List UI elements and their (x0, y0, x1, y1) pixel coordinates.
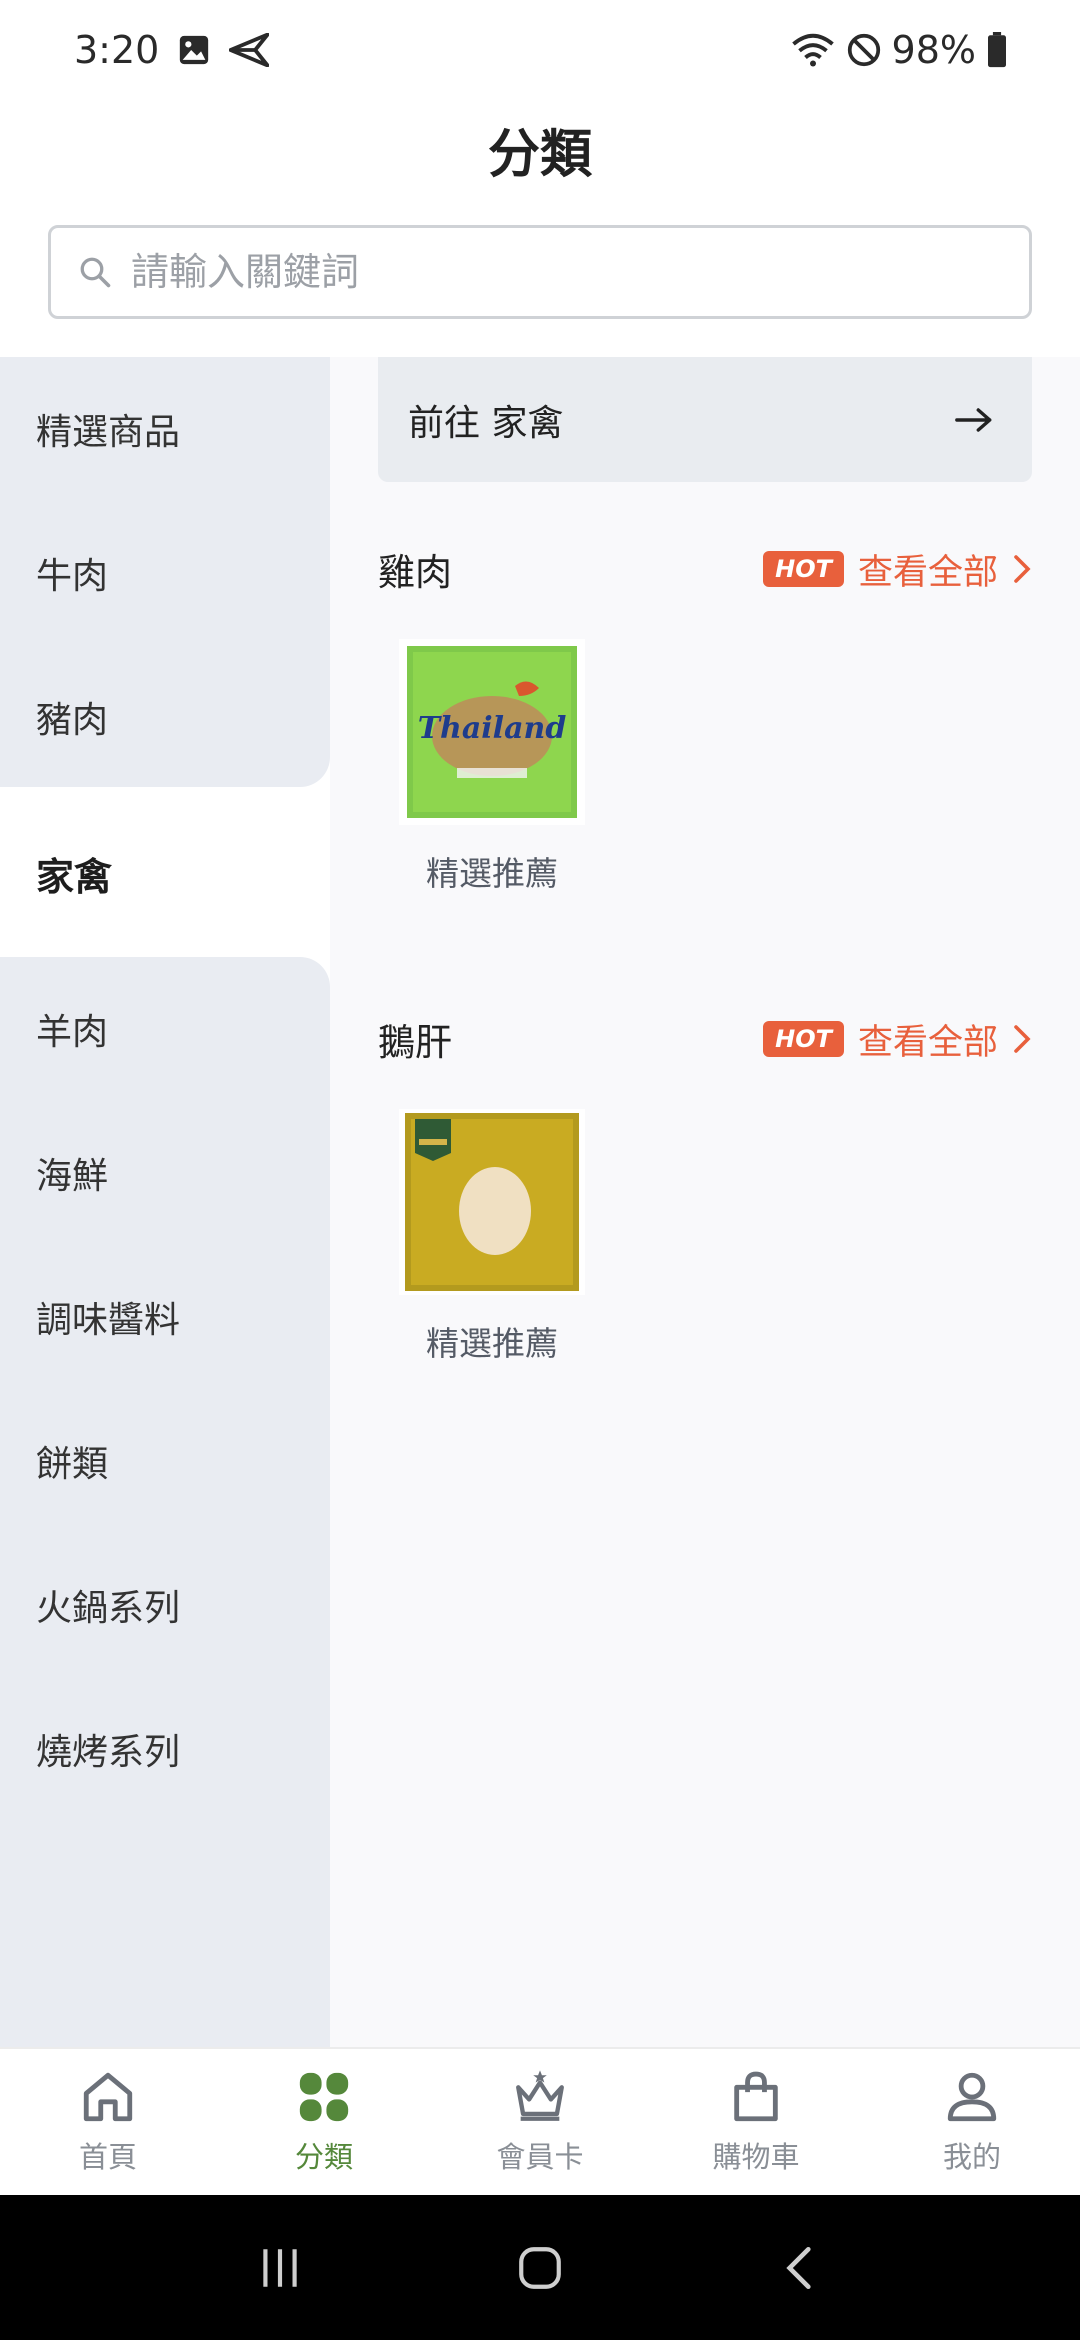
shopping-bag-icon (734, 2071, 778, 2122)
battery-percent: 98% (891, 28, 976, 72)
chevron-right-icon (1014, 1025, 1031, 1053)
nav-category[interactable]: 分類 (216, 2068, 432, 2176)
page-title: 分類 (487, 125, 592, 185)
bottom-navigation: 首頁 分類 會員卡 購物車 我的 (0, 2047, 1080, 2195)
section-title: 雞肉 (378, 551, 452, 594)
sidebar-item-beef[interactable]: 牛肉 (36, 547, 316, 607)
search-icon (80, 257, 111, 288)
foie-gras-package-image (405, 1113, 579, 1291)
sidebar-item-poultry[interactable]: 家禽 (36, 847, 316, 907)
sidebar-item-featured[interactable]: 精選商品 (36, 403, 316, 463)
image-notification-icon (180, 35, 209, 65)
nav-cart[interactable]: 購物車 (648, 2068, 864, 2176)
back-icon[interactable] (775, 2243, 825, 2293)
chicken-package-image: Thailand (407, 646, 577, 818)
status-right: 98% (790, 28, 1008, 72)
nav-label: 首頁 (78, 2140, 137, 2174)
nav-label: 購物車 (712, 2140, 800, 2174)
hot-badge: HOT (763, 1021, 844, 1057)
do-not-disturb-icon (847, 33, 880, 67)
search-input[interactable] (131, 250, 991, 294)
category-content: 前往 家禽 雞肉 HOT 查看全部 Thailand 精選推薦 鵝肝 HOT 查… (330, 357, 1080, 2047)
search-box[interactable] (48, 225, 1032, 319)
nav-member-card[interactable]: 會員卡 (432, 2068, 648, 2176)
section-title: 鵝肝 (378, 1021, 452, 1064)
wifi-icon (791, 33, 834, 67)
goto-category-label: 前往 家禽 (408, 402, 564, 444)
system-navigation-bar (0, 2195, 1080, 2340)
product-image: Thailand (399, 639, 585, 825)
status-time: 3:20 (74, 28, 160, 72)
see-all-chicken-button[interactable]: HOT 查看全部 (763, 544, 1032, 595)
category-sidebar: 精選商品 牛肉 豬肉 家禽 羊肉 海鮮 調味醬料 餅類 火鍋系列 燒烤系列 (0, 357, 330, 2047)
chevron-right-icon (1014, 555, 1031, 583)
product-image (399, 1109, 585, 1295)
crown-icon (516, 2070, 564, 2121)
grid-icon (299, 2072, 349, 2122)
nav-label: 我的 (942, 2140, 1001, 2174)
product-card-chicken[interactable]: Thailand 精選推薦 (392, 639, 592, 895)
recent-apps-icon[interactable] (255, 2243, 305, 2293)
sidebar-item-hotpot[interactable]: 火鍋系列 (36, 1579, 316, 1639)
home-icon (83, 2072, 133, 2122)
hot-badge: HOT (763, 551, 844, 587)
nav-label: 分類 (294, 2140, 353, 2174)
nav-profile[interactable]: 我的 (864, 2068, 1080, 2176)
sidebar-item-bbq[interactable]: 燒烤系列 (36, 1723, 316, 1783)
user-icon (947, 2072, 997, 2122)
see-all-label: 查看全部 (857, 1022, 998, 1063)
sidebar-item-lamb[interactable]: 羊肉 (36, 1003, 316, 1063)
sidebar-item-pancakes[interactable]: 餅類 (36, 1435, 316, 1495)
home-button-icon[interactable] (515, 2243, 565, 2293)
section-header-chicken: 雞肉 HOT 查看全部 (378, 539, 1032, 599)
see-all-label: 查看全部 (857, 552, 998, 593)
sidebar-item-seafood[interactable]: 海鮮 (36, 1147, 316, 1207)
sidebar-item-sauces[interactable]: 調味醬料 (36, 1291, 316, 1351)
arrow-right-icon (955, 407, 992, 432)
section-header-foie-gras: 鵝肝 HOT 查看全部 (378, 1009, 1032, 1069)
send-notification-icon (229, 33, 270, 67)
product-card-foie-gras[interactable]: 精選推薦 (392, 1109, 592, 1365)
status-left: 3:20 (74, 28, 270, 72)
package-brand-text: Thailand (418, 711, 567, 746)
battery-icon (988, 32, 1006, 68)
see-all-foie-gras-button[interactable]: HOT 查看全部 (763, 1014, 1032, 1065)
goto-category-button[interactable]: 前往 家禽 (378, 357, 1032, 482)
nav-label: 會員卡 (496, 2140, 584, 2174)
nav-home[interactable]: 首頁 (0, 2068, 216, 2176)
sidebar-group-bottom (0, 957, 330, 2047)
product-name: 精選推薦 (426, 1324, 558, 1363)
product-name: 精選推薦 (426, 854, 558, 893)
status-bar: 3:20 98% (0, 0, 1080, 100)
sidebar-item-pork[interactable]: 豬肉 (36, 691, 316, 751)
